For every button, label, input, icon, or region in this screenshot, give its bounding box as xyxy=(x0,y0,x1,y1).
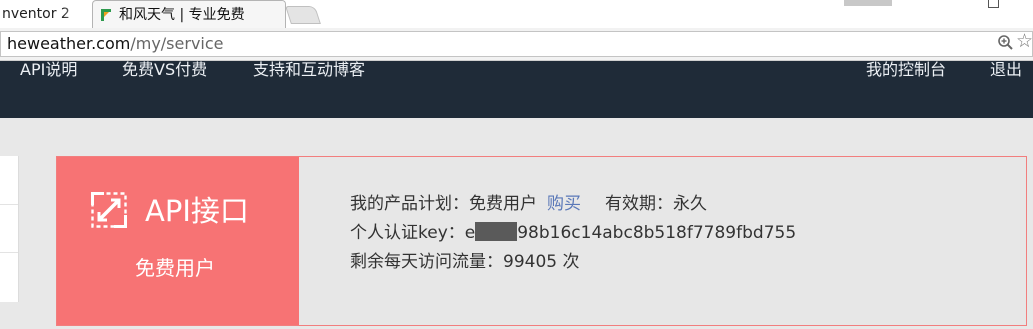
tab-title: nventor 2 xyxy=(2,6,70,22)
site-nav: API说明 免费VS付费 支持和互动博客 我的控制台 退出 xyxy=(0,61,1033,118)
zoom-icon[interactable] xyxy=(997,34,1014,51)
key-prefix: e xyxy=(464,223,476,243)
validity-value: 永久 xyxy=(673,194,707,214)
browser-tab-active[interactable]: 和风天气 | 专业免费 xyxy=(92,0,286,28)
plan-line: 我的产品计划：免费用户 购买 有效期：永久 xyxy=(350,193,707,215)
url-host: heweather.com xyxy=(7,34,131,53)
key-redaction xyxy=(475,222,518,241)
new-tab-button[interactable] xyxy=(285,6,321,24)
api-service-card: API接口 免费用户 我的产品计划：免费用户 购买 有效期：永久 个人认证key：e… xyxy=(56,156,1027,326)
sidebar-menu xyxy=(0,156,19,302)
traffic-value: 99405 xyxy=(503,252,558,272)
heweather-favicon-icon xyxy=(101,9,111,21)
sidebar-divider xyxy=(0,252,18,253)
key-line: 个人认证key：e 98b16c14abc8b518f7789fbd755 xyxy=(350,222,796,244)
buy-link[interactable]: 购买 xyxy=(547,194,581,214)
tab-title: 和风天气 | 专业免费 xyxy=(119,7,245,23)
browser-tab-strip: nventor 2 和风天气 | 专业免费 xyxy=(0,0,1033,28)
plan-value: 免费用户 xyxy=(469,194,537,214)
nav-my-console[interactable]: 我的控制台 xyxy=(866,61,946,79)
api-plan-subtitle: 免费用户 xyxy=(135,256,215,280)
bookmark-star-icon[interactable]: ☆ xyxy=(1016,32,1033,51)
nav-logout[interactable]: 退出 xyxy=(990,61,1022,79)
api-expand-icon xyxy=(91,192,127,228)
key-label: 个人认证key： xyxy=(350,223,465,243)
api-title: API接口 xyxy=(145,194,249,228)
browser-tab-previous[interactable]: nventor 2 xyxy=(0,0,88,28)
traffic-line: 剩余每天访问流量：99405 次 xyxy=(350,251,580,273)
api-badge: API接口 免费用户 xyxy=(57,157,299,325)
window-maximize-button[interactable] xyxy=(988,0,999,8)
url-path: /my/service xyxy=(130,34,224,53)
address-bar: heweather.com/my/service ☆ xyxy=(0,28,1033,61)
nav-support-blog[interactable]: 支持和互动博客 xyxy=(253,61,365,79)
plan-label: 我的产品计划： xyxy=(350,194,469,214)
url-input[interactable]: heweather.com/my/service xyxy=(0,31,1033,57)
validity-label: 有效期： xyxy=(605,194,673,214)
sidebar-divider xyxy=(0,204,18,205)
traffic-label: 剩余每天访问流量： xyxy=(350,252,503,272)
nav-api-docs[interactable]: API说明 xyxy=(20,61,77,79)
key-suffix: 98b16c14abc8b518f7789fbd755 xyxy=(517,223,797,243)
traffic-unit: 次 xyxy=(562,252,580,272)
nav-free-vs-paid[interactable]: 免费VS付费 xyxy=(122,61,207,79)
window-minimize-button[interactable] xyxy=(844,0,892,6)
